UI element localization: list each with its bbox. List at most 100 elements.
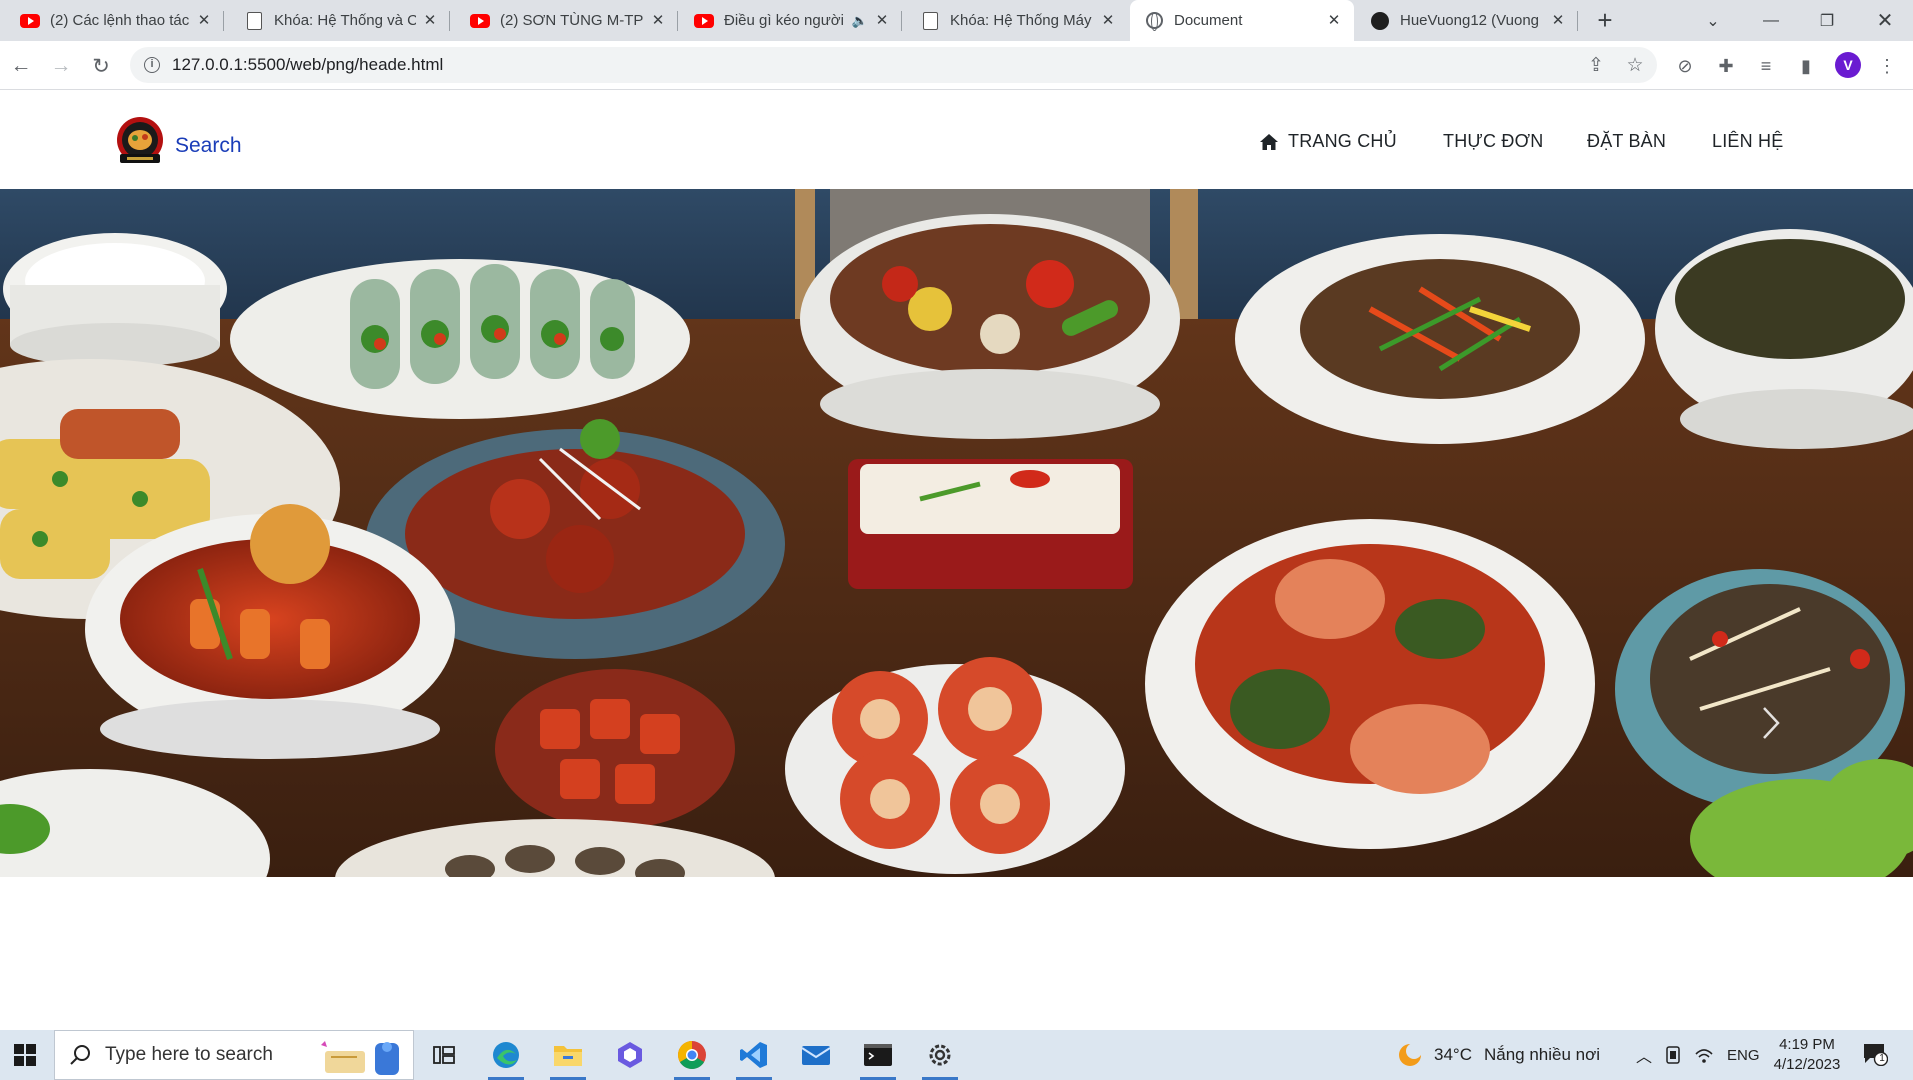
tab-title: Khóa: Hệ Thống Máy <box>950 12 1092 29</box>
tab-search-icon[interactable]: ⌄ <box>1690 0 1736 41</box>
browser-tab[interactable]: Điều gì kéo người 🔈 ✕ <box>680 0 902 41</box>
restaurant-logo[interactable] <box>115 116 165 168</box>
windows-taskbar: Type here to search 34°C Nắng nhiều nơi … <box>0 1030 1913 1080</box>
close-window-button[interactable]: ✕ <box>1862 0 1908 41</box>
start-button[interactable] <box>0 1030 50 1080</box>
browser-tab[interactable]: (2) SƠN TÙNG M-TP | ✕ <box>456 0 678 41</box>
nav-label: THỰC ĐƠN <box>1443 131 1544 151</box>
browser-tab[interactable]: Khóa: Hệ Thống và Cơ ✕ <box>230 0 450 41</box>
terminal-icon <box>864 1044 892 1066</box>
nav-label: ĐẶT BÀN <box>1587 131 1667 151</box>
share-icon[interactable]: ⇪ <box>1581 47 1611 83</box>
tab-title: (2) SƠN TÙNG M-TP | <box>500 12 644 29</box>
mail-icon <box>801 1046 831 1065</box>
bookmark-star-icon[interactable]: ☆ <box>1620 47 1650 83</box>
youtube-icon <box>470 11 490 31</box>
media-control-icon[interactable]: ≡ <box>1751 51 1781 81</box>
tab-title: Điều gì kéo người <box>724 12 844 29</box>
nav-item-reservation[interactable]: ĐẶT BÀN <box>1587 131 1666 152</box>
globe-icon <box>1144 11 1164 31</box>
taskbar-terminal[interactable] <box>850 1030 906 1080</box>
tab-title: Khóa: Hệ Thống và Cơ <box>274 12 416 29</box>
clock-date: 4/12/2023 <box>1773 1056 1841 1073</box>
taskbar-search-placeholder[interactable]: Type here to search <box>105 1044 273 1066</box>
browser-tab[interactable]: Khóa: Hệ Thống Máy ✕ <box>906 0 1128 41</box>
taskbar-mail[interactable] <box>788 1030 844 1080</box>
back-button[interactable]: ← <box>6 51 36 81</box>
tab-close-icon[interactable]: ✕ <box>196 12 212 29</box>
profile-avatar[interactable]: V <box>1835 52 1861 78</box>
browser-toolbar: ← → ↻ i 127.0.0.1:5500/web/png/heade.htm… <box>0 41 1913 90</box>
hero-carousel <box>0 189 1913 877</box>
side-panel-icon[interactable]: ▮ <box>1791 51 1821 81</box>
weather-widget[interactable]: 34°C Nắng nhiều nơi <box>1396 1030 1600 1080</box>
speaker-icon[interactable]: 🔈 <box>852 13 868 29</box>
notification-center-button[interactable]: 1 <box>1862 1042 1889 1067</box>
document-icon <box>244 11 264 31</box>
tab-close-icon[interactable]: ✕ <box>422 12 438 29</box>
browser-menu-icon[interactable]: ⋮ <box>1872 51 1902 81</box>
hero-food-image <box>0 189 1913 877</box>
weather-description: Nắng nhiều nơi <box>1483 1045 1601 1064</box>
browser-tab[interactable]: HueVuong12 (Vuong ✕ <box>1356 0 1578 41</box>
tab-close-icon[interactable]: ✕ <box>650 12 666 29</box>
new-tab-button[interactable]: + <box>1590 6 1620 36</box>
taskbar-chrome[interactable] <box>664 1030 720 1080</box>
taskbar-search[interactable]: Type here to search <box>54 1030 414 1080</box>
windows-logo-icon <box>14 1044 36 1066</box>
task-view-button[interactable] <box>416 1030 472 1080</box>
tab-close-icon[interactable]: ✕ <box>1100 12 1116 29</box>
extension-compass-icon[interactable]: ⊘ <box>1670 51 1700 81</box>
youtube-icon <box>694 11 714 31</box>
forward-button[interactable]: → <box>46 51 76 81</box>
task-view-icon <box>433 1046 455 1064</box>
browser-tab-strip: (2) Các lệnh thao tác v ✕ Khóa: Hệ Thống… <box>0 0 1913 41</box>
tab-close-icon[interactable]: ✕ <box>1326 12 1342 29</box>
nav-label: TRANG CHỦ <box>1288 131 1397 151</box>
taskbar-vscode[interactable] <box>726 1030 782 1080</box>
tab-title: HueVuong12 (Vuong <box>1400 12 1539 29</box>
nav-item-home[interactable]: TRANG CHỦ <box>1259 131 1397 152</box>
nav-item-contact[interactable]: LIÊN HỆ <box>1712 131 1783 152</box>
search-highlight-illustration-icon <box>321 1041 399 1075</box>
github-icon <box>1370 11 1390 31</box>
clock-time: 4:19 PM <box>1779 1036 1835 1053</box>
taskbar-edge[interactable] <box>478 1030 534 1080</box>
address-bar[interactable]: i 127.0.0.1:5500/web/png/heade.html ⇪ ☆ <box>130 47 1657 83</box>
tray-wifi-icon[interactable] <box>1694 1030 1714 1080</box>
taskbar-copilot[interactable] <box>602 1030 658 1080</box>
taskbar-clock[interactable]: 4:19 PM 4/12/2023 <box>1770 1035 1844 1075</box>
file-explorer-icon <box>554 1046 582 1066</box>
reload-button[interactable]: ↻ <box>86 51 116 81</box>
weather-temperature: 34°C <box>1434 1045 1472 1064</box>
search-link[interactable]: Search <box>175 134 242 158</box>
tab-close-icon[interactable]: ✕ <box>1550 12 1566 29</box>
nav-label: LIÊN HỆ <box>1712 131 1784 151</box>
weather-sun-icon <box>1399 1043 1422 1066</box>
document-icon <box>920 11 940 31</box>
taskbar-file-explorer[interactable] <box>540 1030 596 1080</box>
edge-icon <box>493 1042 519 1068</box>
tab-title: Document <box>1174 12 1243 29</box>
language-indicator[interactable]: ENG <box>1727 1030 1760 1080</box>
taskbar-settings[interactable] <box>912 1030 968 1080</box>
carousel-next-button[interactable] <box>1756 703 1786 743</box>
browser-tab-active[interactable]: Document ✕ <box>1130 0 1354 41</box>
nav-item-menu[interactable]: THỰC ĐƠN <box>1443 131 1543 152</box>
extensions-puzzle-icon[interactable]: ✚ <box>1711 51 1741 81</box>
settings-icon <box>929 1044 951 1066</box>
minimize-button[interactable]: — <box>1748 0 1794 41</box>
tab-close-icon[interactable]: ✕ <box>874 12 890 29</box>
restore-button[interactable]: ❐ <box>1804 0 1850 41</box>
url-text[interactable]: 127.0.0.1:5500/web/png/heade.html <box>172 55 443 75</box>
chevron-right-icon <box>1763 707 1780 739</box>
vscode-icon <box>740 1042 767 1068</box>
tray-battery-icon[interactable] <box>1664 1030 1682 1080</box>
tab-title: (2) Các lệnh thao tác v <box>50 12 190 29</box>
tray-overflow-chevron-icon[interactable]: ︿ <box>1636 1030 1652 1080</box>
notification-count: 1 <box>1879 1053 1885 1064</box>
youtube-icon <box>20 11 40 31</box>
site-info-icon[interactable]: i <box>144 57 160 73</box>
browser-tab[interactable]: (2) Các lệnh thao tác v ✕ <box>6 0 224 41</box>
copilot-icon <box>618 1042 642 1068</box>
